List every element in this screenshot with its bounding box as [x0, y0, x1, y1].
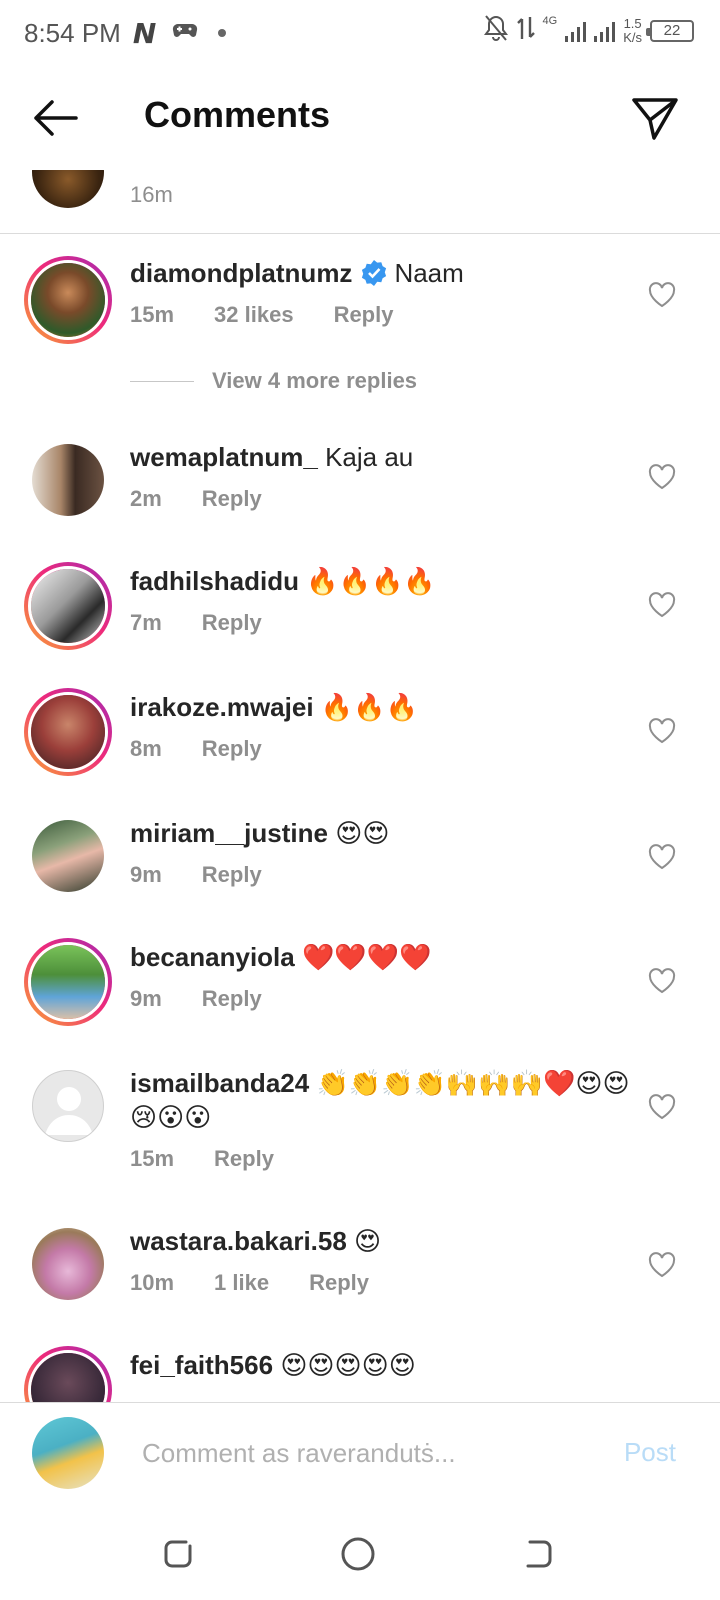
comment-item: fei_faith566 😍😍😍😍😍 — [0, 1346, 720, 1402]
heart-icon[interactable] — [648, 1094, 676, 1120]
status-time: 8:54 PM — [24, 17, 121, 48]
avatar[interactable] — [24, 562, 112, 650]
status-bar: 8:54 PM N 4G 1.5 K/s 22 — [0, 0, 720, 66]
comment-composer: Post — [0, 1402, 720, 1506]
reply-button[interactable]: Reply — [202, 862, 262, 888]
comment-time: 8m — [130, 736, 162, 761]
speed-value: 1.5 — [623, 15, 642, 31]
battery-level: 22 — [663, 22, 681, 39]
comment-time: 15m — [130, 302, 175, 327]
back-arrow-icon[interactable] — [30, 96, 80, 140]
comment-text: Kaja au — [325, 442, 414, 472]
avatar[interactable] — [32, 1070, 104, 1142]
back-nav-icon[interactable] — [520, 1536, 556, 1572]
verified-badge-icon — [360, 259, 388, 287]
comment-list[interactable]: 16m diamondplatnumz Naam 15m 32 likes Rep… — [0, 170, 720, 1402]
avatar[interactable] — [32, 820, 104, 892]
comment-username[interactable]: irakoze.mwajei — [130, 692, 314, 722]
comment-text: 😍😍 — [335, 818, 390, 848]
comment-item: ismailbanda24 👏👏👏👏🙌🙌🙌❤️😍😍😢😮😮 15m Reply — [0, 1064, 720, 1194]
comment-item: fadhilshadidu 🔥🔥🔥🔥 7m Reply — [0, 562, 720, 652]
page-title: Comments — [144, 94, 331, 135]
partial-comment: 16m — [0, 170, 720, 234]
comment-text: 🔥🔥🔥 — [320, 692, 418, 722]
heart-icon[interactable] — [648, 968, 676, 994]
home-icon[interactable] — [340, 1536, 376, 1572]
reply-button[interactable]: Reply — [214, 1146, 274, 1172]
reply-button[interactable]: Reply — [202, 486, 262, 512]
comment-username[interactable]: wemaplatnum_ — [130, 442, 318, 472]
avatar[interactable] — [32, 444, 104, 516]
reply-button[interactable]: Reply — [202, 610, 262, 636]
comment-username[interactable]: wastara.bakari.58 — [130, 1226, 347, 1256]
comment-username[interactable]: miriam__justine — [130, 818, 328, 848]
comment-item: diamondplatnumz Naam 15m 32 likes Reply — [0, 256, 720, 366]
avatar[interactable] — [32, 1228, 104, 1300]
reply-button[interactable]: Reply — [334, 302, 394, 328]
heart-icon[interactable] — [648, 718, 676, 744]
comment-item: wemaplatnum_ Kaja au 2m Reply — [0, 440, 720, 520]
heart-icon[interactable] — [648, 282, 676, 308]
reply-button[interactable]: Reply — [202, 986, 262, 1012]
avatar[interactable] — [24, 1346, 112, 1402]
data-transfer-icon — [516, 15, 535, 46]
heart-icon[interactable] — [648, 592, 676, 618]
current-user-avatar — [32, 1417, 104, 1489]
comment-username[interactable]: diamondplatnumz — [130, 258, 352, 288]
heart-icon[interactable] — [648, 1252, 676, 1278]
heart-icon[interactable] — [648, 464, 676, 490]
divider — [130, 380, 194, 382]
speed-unit: K/s — [623, 29, 642, 45]
signal-icon — [565, 20, 587, 42]
battery-icon: 22 — [646, 19, 694, 42]
reply-button[interactable]: Reply — [202, 736, 262, 762]
heart-icon[interactable] — [648, 844, 676, 870]
network-type: 4G — [542, 14, 558, 27]
avatar[interactable] — [24, 256, 112, 344]
comment-item: miriam__justine 😍😍 9m Reply — [0, 814, 720, 904]
recent-apps-icon[interactable] — [160, 1536, 196, 1572]
avatar[interactable] — [24, 688, 112, 776]
system-nav-bar — [0, 1506, 720, 1600]
view-replies-label: View 4 more replies — [212, 368, 418, 393]
comment-likes[interactable]: 32 likes — [214, 302, 294, 328]
comment-time: 2m — [130, 486, 162, 511]
view-more-replies-button[interactable]: View 4 more replies — [130, 368, 417, 394]
comment-time: 16m — [130, 182, 173, 207]
comment-time: 10m — [130, 1270, 175, 1295]
comment-time: 7m — [130, 610, 162, 635]
comment-text: 😍😍😍😍😍 — [280, 1350, 416, 1380]
signal-2-icon — [594, 20, 616, 42]
comment-item: becananyiola ❤️❤️❤️❤️ 9m Reply — [0, 938, 720, 1028]
comment-text: Naam — [394, 258, 464, 288]
comment-username[interactable]: becananyiola — [130, 942, 295, 972]
comment-text: 😍 — [354, 1226, 382, 1256]
notification-dot-icon — [218, 29, 227, 37]
comment-text: ❤️❤️❤️❤️ — [301, 942, 432, 972]
gamepad-icon — [172, 20, 198, 46]
direct-share-icon[interactable] — [630, 94, 680, 144]
comment-time: 15m — [130, 1146, 175, 1171]
reply-button[interactable]: Reply — [309, 1270, 369, 1296]
app-header: Comments — [0, 66, 720, 170]
comment-username[interactable]: fei_faith566 — [130, 1350, 273, 1380]
mute-bell-icon — [483, 14, 509, 47]
comment-time: 9m — [130, 986, 162, 1011]
comment-username[interactable]: fadhilshadidu — [130, 566, 299, 596]
comment-input[interactable] — [142, 1433, 602, 1473]
comment-item: irakoze.mwajei 🔥🔥🔥 8m Reply — [0, 688, 720, 778]
app-notification-icon: N — [132, 16, 157, 50]
avatar[interactable] — [32, 170, 104, 208]
comment-username[interactable]: ismailbanda24 — [130, 1068, 309, 1098]
avatar[interactable] — [24, 938, 112, 1026]
comment-item: wastara.bakari.58 😍 10m 1 like Reply — [0, 1222, 720, 1312]
network-speed: 1.5 K/s — [623, 15, 642, 45]
status-right: 4G 1.5 K/s 22 — [483, 14, 694, 47]
post-button[interactable]: Post — [624, 1437, 676, 1468]
comment-time: 9m — [130, 862, 162, 887]
comment-likes[interactable]: 1 like — [214, 1270, 269, 1296]
comment-text: 🔥🔥🔥🔥 — [306, 566, 436, 596]
